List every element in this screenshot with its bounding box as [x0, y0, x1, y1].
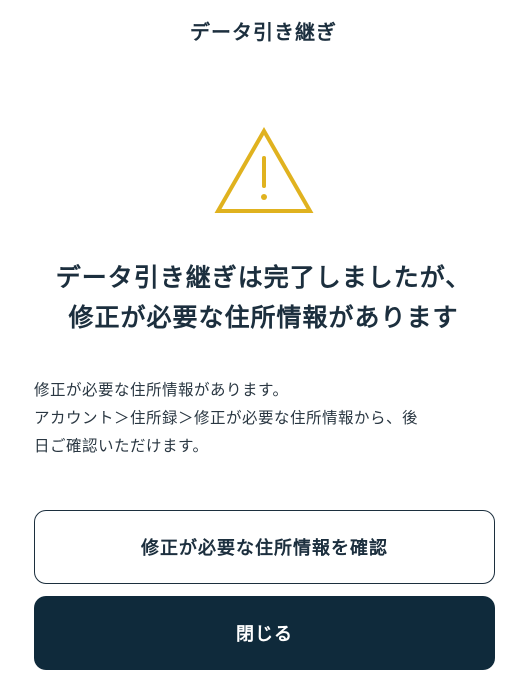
alert-message-line-2: アカウント＞住所録＞修正が必要な住所情報から、後: [34, 409, 419, 427]
close-button-label: 閉じる: [236, 624, 293, 645]
confirm-address-button-label: 修正が必要な住所情報を確認: [141, 538, 388, 559]
alert-message: 修正が必要な住所情報があります。 アカウント＞住所録＞修正が必要な住所情報から、…: [34, 376, 496, 460]
page-title: データ引き継ぎ: [190, 20, 337, 44]
alert-message-line-3: 日ご確認いただけます。: [34, 437, 209, 455]
alert-message-line-1: 修正が必要な住所情報があります。: [34, 381, 289, 399]
alert-heading-line-1: データ引き継ぎは完了しましたが、: [55, 263, 472, 292]
warning-icon: [214, 126, 314, 213]
confirm-address-button[interactable]: 修正が必要な住所情報を確認: [34, 510, 495, 584]
alert-heading: データ引き継ぎは完了しましたが、 修正が必要な住所情報があります: [0, 258, 527, 338]
alert-heading-line-2: 修正が必要な住所情報があります: [68, 303, 459, 332]
close-button[interactable]: 閉じる: [34, 596, 495, 670]
